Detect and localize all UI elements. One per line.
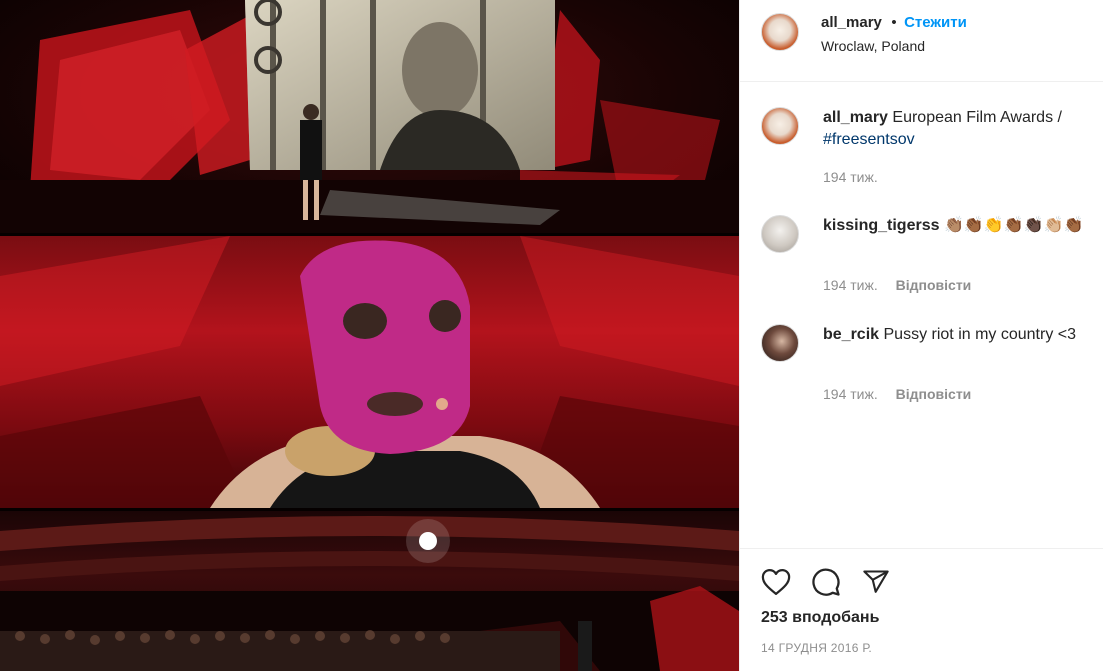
likes-count[interactable]: 253 вподобань	[761, 609, 879, 627]
author-username[interactable]: all_mary	[821, 14, 882, 31]
separator-dot: •	[891, 14, 897, 31]
comment-icon[interactable]	[809, 565, 843, 599]
media-panel-stage	[0, 0, 739, 233]
media-panel-audience	[0, 511, 739, 671]
stage-image	[0, 0, 739, 233]
share-icon[interactable]	[859, 565, 893, 599]
audience-image	[0, 516, 739, 671]
closeup-image	[0, 236, 739, 508]
comment-username[interactable]: be_rcik	[823, 326, 879, 343]
follow-button[interactable]: Стежити	[904, 14, 967, 31]
reply-button[interactable]: Відповісти	[896, 277, 972, 293]
comment-item: be_rcik Pussy riot in my country <3 194 …	[761, 324, 1091, 404]
comment-avatar[interactable]	[761, 324, 799, 362]
comment-time[interactable]: 194 тиж.	[823, 386, 878, 402]
comment-avatar[interactable]	[761, 215, 799, 253]
author-avatar[interactable]	[761, 13, 799, 51]
caption-avatar[interactable]	[761, 107, 799, 145]
caption-text: all_mary European Film Awards / #freesen…	[823, 107, 1093, 151]
comment-body: Pussy riot in my country <3	[883, 326, 1077, 343]
comment-text: kissing_tigerss 👏🏽👏🏾👏👏🏾👏🏿👏🏼👏🏾	[823, 215, 1093, 237]
caption-hashtag[interactable]: #freesentsov	[823, 131, 915, 148]
post-actions: 253 вподобань 14 ГРУДНЯ 2016 Р.	[740, 548, 1103, 671]
caption-username[interactable]: all_mary	[823, 109, 888, 126]
caption-time[interactable]: 194 тиж.	[823, 169, 878, 185]
post-media[interactable]	[0, 0, 739, 671]
caption-meta: 194 тиж.	[823, 169, 878, 185]
comment-username[interactable]: kissing_tigerss	[823, 217, 940, 234]
post-header: all_mary • Стежити Wroclaw, Poland	[740, 0, 1103, 82]
heart-icon[interactable]	[759, 565, 793, 599]
comment-meta: 194 тиж. Відповісти	[823, 277, 971, 293]
caption-body: European Film Awards /	[892, 109, 1062, 126]
comment-body: 👏🏽👏🏾👏👏🏾👏🏿👏🏼👏🏾	[943, 217, 1084, 234]
caption: all_mary European Film Awards / #freesen…	[761, 107, 1091, 187]
media-panel-closeup	[0, 236, 739, 508]
post-location[interactable]: Wroclaw, Poland	[821, 38, 925, 54]
comment-meta: 194 тиж. Відповісти	[823, 386, 971, 402]
reply-button[interactable]: Відповісти	[896, 386, 972, 402]
post-sidebar: all_mary • Стежити Wroclaw, Poland all_m…	[739, 0, 1103, 671]
post-date[interactable]: 14 ГРУДНЯ 2016 Р.	[761, 641, 872, 655]
comment-time[interactable]: 194 тиж.	[823, 277, 878, 293]
comment-item: kissing_tigerss 👏🏽👏🏾👏👏🏾👏🏿👏🏼👏🏾 194 тиж. В…	[761, 215, 1091, 295]
comment-text: be_rcik Pussy riot in my country <3	[823, 324, 1093, 346]
